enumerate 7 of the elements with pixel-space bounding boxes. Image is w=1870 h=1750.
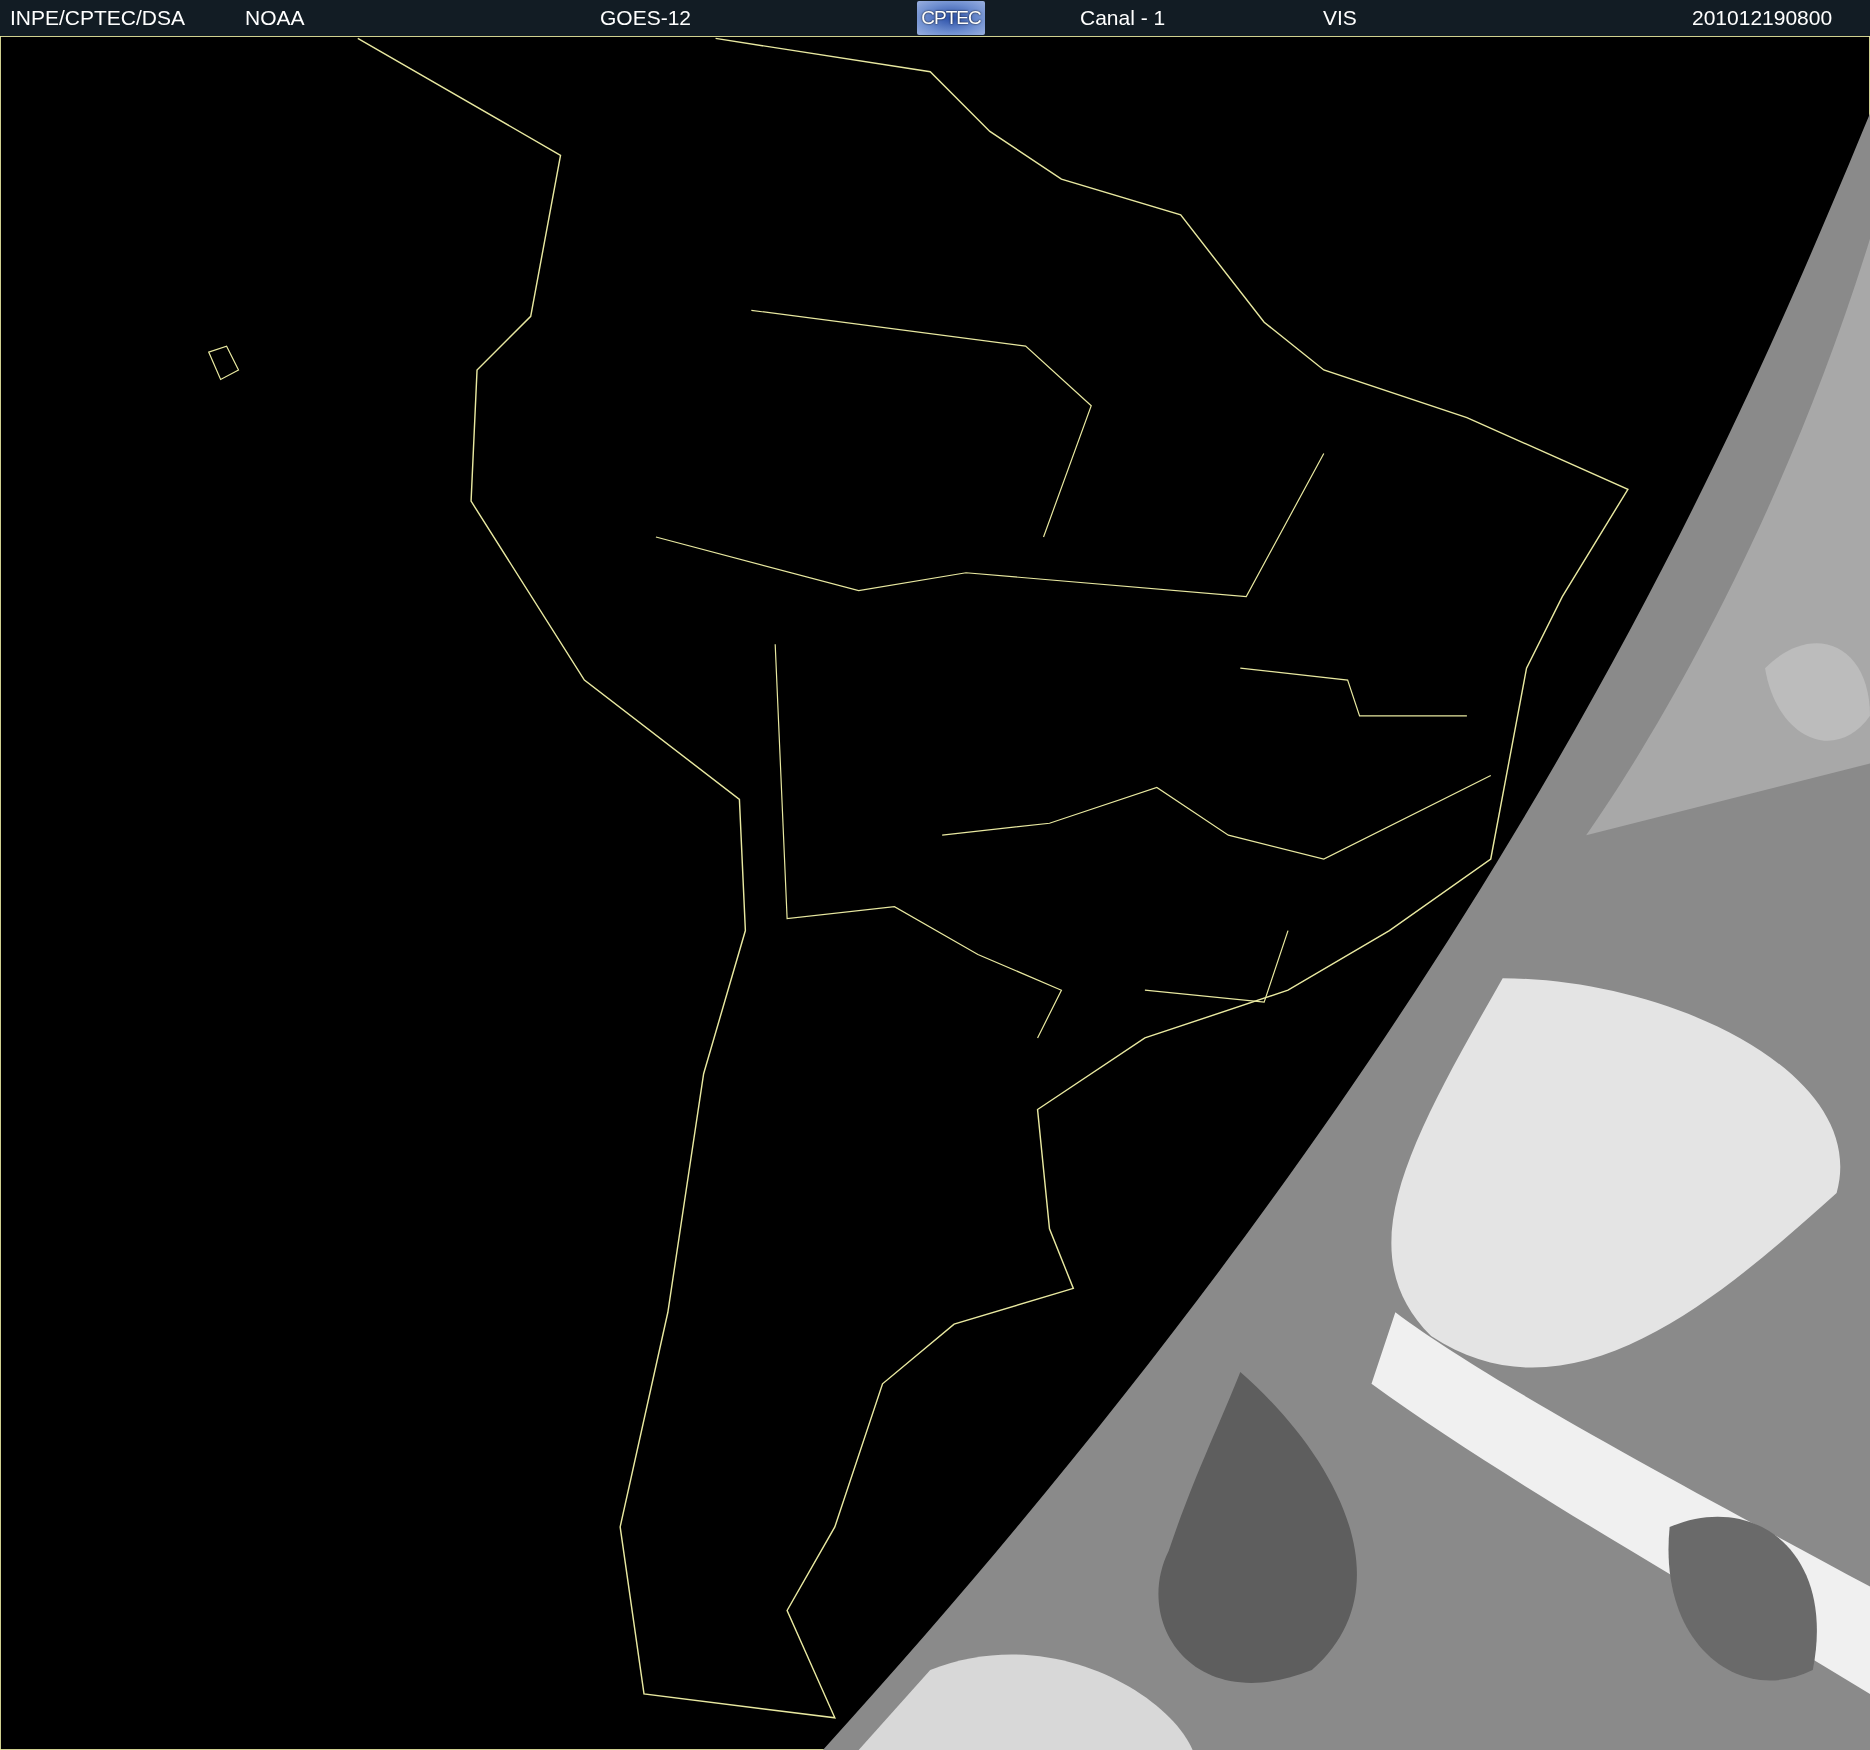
header-label: GOES-12 bbox=[600, 6, 692, 30]
header-label: NOAA bbox=[245, 6, 305, 30]
header-label: INPE/CPTEC/DSA bbox=[10, 6, 186, 30]
header-label: VIS bbox=[1323, 6, 1357, 30]
header-label: 201012190800 bbox=[1692, 6, 1833, 30]
header-label: Canal - 1 bbox=[1080, 6, 1166, 30]
logo: CPTEC bbox=[917, 1, 985, 35]
